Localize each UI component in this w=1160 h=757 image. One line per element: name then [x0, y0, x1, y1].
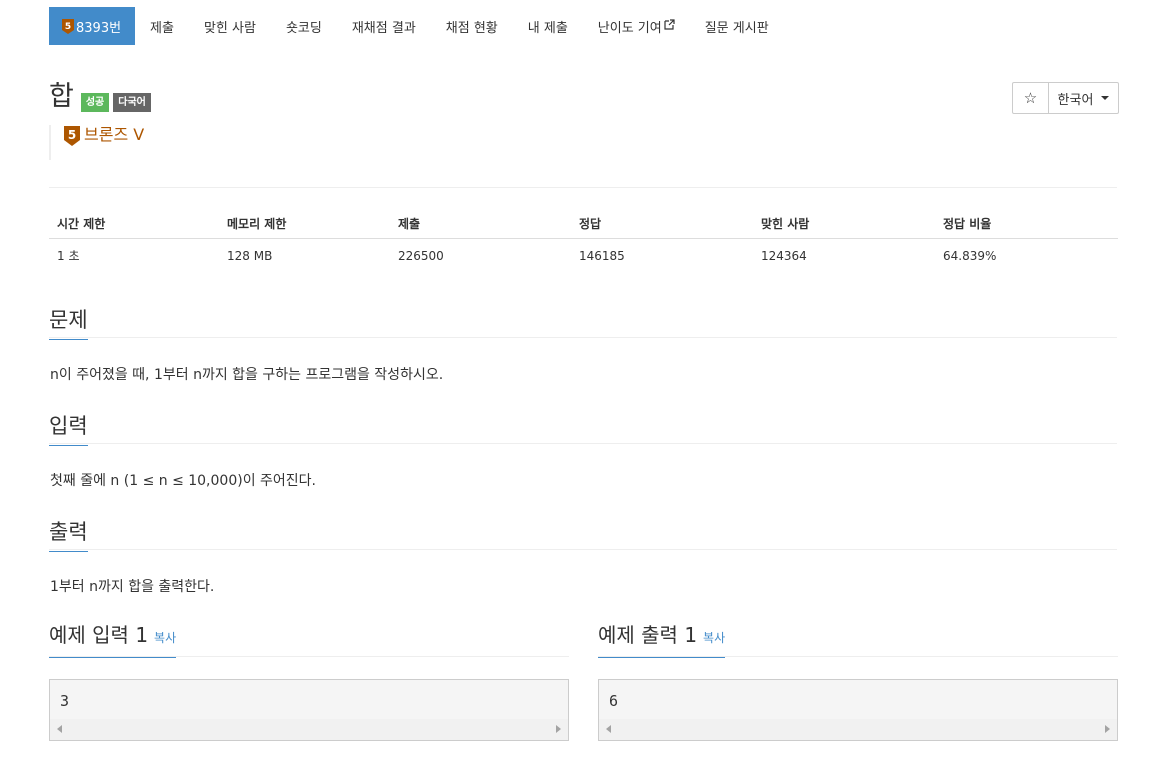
- sample-input-heading: 예제 입력 1 복사: [49, 622, 177, 658]
- output-text: 1부터 n까지 합을 출력한다.: [50, 579, 215, 595]
- star-icon: ☆: [1023, 89, 1038, 107]
- input-text: 첫째 줄에 n (1 ≤ n ≤ 10,000)이 주어진다.: [50, 473, 316, 489]
- multilanguage-badge: 다국어: [113, 93, 151, 112]
- submissions-value: 226500: [398, 248, 444, 263]
- copy-input-link[interactable]: 복사: [154, 631, 176, 645]
- scroll-right-icon[interactable]: [556, 725, 561, 733]
- sample-input-box[interactable]: 3: [49, 679, 569, 741]
- output-header: 출력: [49, 519, 1117, 552]
- success-badge: 성공: [80, 93, 110, 112]
- scroll-right-icon[interactable]: [1105, 725, 1110, 733]
- memory-limit-value: 128 MB: [227, 248, 273, 263]
- sample-output-header: 예제 출력 1 복사: [598, 622, 1118, 658]
- problem-actions: ☆ 한국어: [1012, 82, 1119, 114]
- horizontal-scrollbar[interactable]: [599, 719, 1117, 740]
- header-submissions: 제출: [390, 208, 571, 239]
- tier-name[interactable]: 브론즈 V: [84, 125, 144, 145]
- problem-title: 합: [49, 81, 74, 112]
- copy-output-link[interactable]: 복사: [703, 631, 725, 645]
- language-label: 한국어: [1057, 92, 1094, 108]
- horizontal-scrollbar[interactable]: [50, 719, 568, 740]
- header-memory-limit: 메모리 제한: [219, 208, 390, 239]
- solved-users-value: 124364: [761, 248, 807, 263]
- caret-down-icon: [1101, 96, 1110, 100]
- header-solved-users: 맞힌 사람: [753, 208, 935, 239]
- tab-difficulty-label: 난이도 기여: [597, 20, 662, 36]
- problem-title-row: 합 성공 다국어: [49, 80, 151, 114]
- tab-status[interactable]: 채점 현황: [431, 7, 513, 45]
- bronze-tier-icon[interactable]: 5: [64, 126, 80, 150]
- tab-submit[interactable]: 제출: [135, 7, 189, 45]
- tab-problem[interactable]: 5 8393번: [49, 7, 136, 45]
- sample-input-section: 예제 입력 1 복사 3: [49, 622, 569, 741]
- tab-status-label: 채점 현황: [445, 20, 498, 36]
- sample-output-section: 예제 출력 1 복사 6: [598, 622, 1118, 741]
- scroll-left-icon[interactable]: [57, 725, 62, 733]
- sample-output-title: 예제 출력 1: [598, 623, 698, 647]
- tab-solved-users[interactable]: 맞힌 사람: [189, 7, 271, 45]
- sample-input-title: 예제 입력 1: [49, 623, 149, 647]
- tier-info: 5 브론즈 V: [49, 125, 144, 160]
- tab-short-coding[interactable]: 숏코딩: [271, 7, 337, 45]
- tab-rejudge-results[interactable]: 재채점 결과: [337, 7, 431, 45]
- tab-solved-users-label: 맞힌 사람: [203, 20, 256, 36]
- header-accepted: 정답: [571, 208, 753, 239]
- tab-problem-label: 8393번: [76, 20, 122, 36]
- tab-submit-label: 제출: [150, 20, 174, 36]
- svg-text:5: 5: [65, 22, 71, 32]
- sample-input-value: 3: [60, 692, 70, 710]
- tab-my-submissions-label: 내 제출: [527, 20, 568, 36]
- accept-ratio-value: 64.839%: [943, 248, 997, 263]
- sample-output-value: 6: [609, 692, 619, 710]
- sample-output-box[interactable]: 6: [598, 679, 1118, 741]
- accepted-value: 146185: [579, 248, 625, 263]
- header-time-limit: 시간 제한: [49, 208, 219, 239]
- tab-question-board[interactable]: 질문 게시판: [690, 7, 784, 45]
- problem-menu-tabs: 5 8393번 제출 맞힌 사람 숏코딩 재채점 결과 채점 현황 내 제출 난…: [49, 7, 784, 45]
- tab-short-coding-label: 숏코딩: [285, 20, 322, 36]
- favorite-star-button[interactable]: ☆: [1013, 83, 1049, 113]
- tab-difficulty-contribution[interactable]: 난이도 기여: [583, 7, 690, 45]
- description-text: n이 주어졌을 때, 1부터 n까지 합을 구하는 프로그램을 작성하시오.: [50, 367, 444, 383]
- table-header-row: 시간 제한 메모리 제한 제출 정답 맞힌 사람 정답 비율: [49, 208, 1118, 239]
- bronze-tier-icon: 5: [62, 18, 74, 34]
- sample-output-heading: 예제 출력 1 복사: [598, 622, 726, 658]
- tab-rejudge-results-label: 재채점 결과: [351, 20, 416, 36]
- sample-input-header: 예제 입력 1 복사: [49, 622, 569, 658]
- scroll-left-icon[interactable]: [606, 725, 611, 733]
- problem-info-table: 시간 제한 메모리 제한 제출 정답 맞힌 사람 정답 비율 1 초 128 M…: [49, 208, 1118, 272]
- input-header: 입력: [49, 413, 1117, 446]
- table-row: 1 초 128 MB 226500 146185 124364 64.839%: [49, 239, 1118, 273]
- external-link-icon: [664, 19, 675, 33]
- divider: [49, 187, 1117, 188]
- output-title: 출력: [49, 519, 88, 552]
- tab-my-submissions[interactable]: 내 제출: [513, 7, 583, 45]
- description-title: 문제: [49, 307, 88, 340]
- svg-text:5: 5: [68, 128, 76, 142]
- input-title: 입력: [49, 413, 88, 446]
- header-accept-ratio: 정답 비율: [935, 208, 1118, 239]
- description-header: 문제: [49, 307, 1117, 340]
- time-limit-value: 1 초: [57, 249, 80, 263]
- tab-question-board-label: 질문 게시판: [704, 20, 769, 36]
- language-dropdown[interactable]: 한국어: [1049, 83, 1118, 113]
